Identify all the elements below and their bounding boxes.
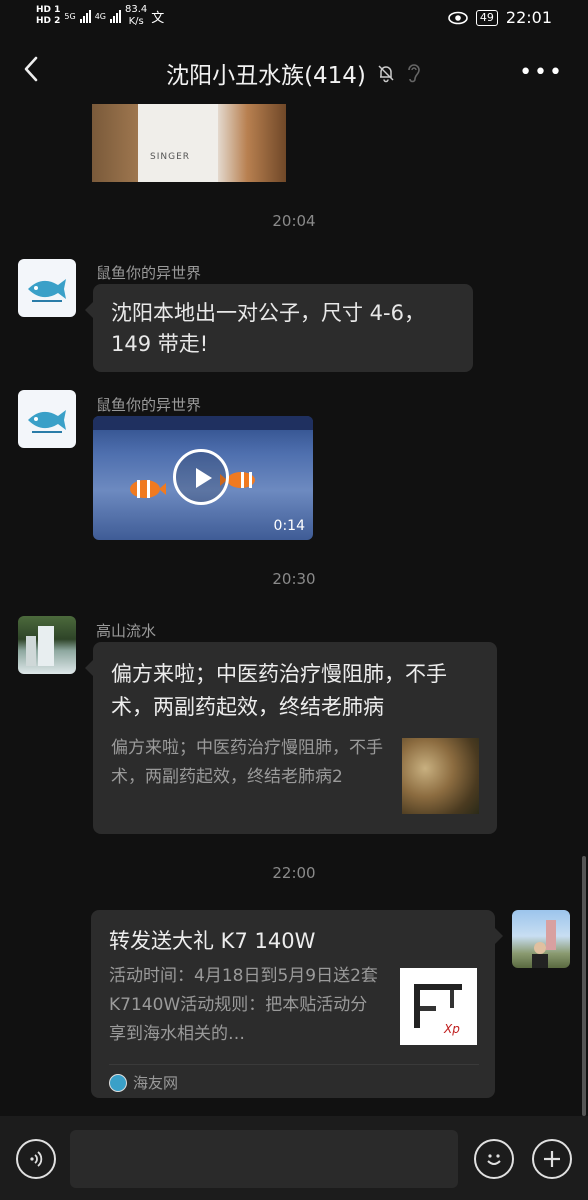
title-row: 沈阳小丑水族(414) [0, 56, 588, 90]
plus-sign-icon [544, 1151, 560, 1167]
hd1-indicator: HD 1 [36, 5, 61, 15]
sender-name: 高山流水 [96, 622, 157, 640]
play-icon [196, 468, 212, 488]
translate-icon: 文 [151, 10, 165, 26]
link-description: 偏方来啦；中医药治疗慢阻肺，不手术，两副药起效，终结老肺病2 [111, 738, 383, 787]
link-title: 偏方来啦；中医药治疗慢阻肺，不手术，两副药起效，终结老肺病 [111, 662, 447, 719]
more-dots-icon[interactable]: ••• [519, 60, 564, 85]
link-description: 活动时间：4月18日到5月9日送2套K7140W活动规则：把本贴活动分享到海水相… [109, 966, 378, 1044]
sender-name: 鼠鱼你的异世界 [96, 264, 202, 282]
status-right: 49 22:01 [448, 8, 552, 27]
network-4g: 4G [94, 11, 106, 21]
input-bar [0, 1116, 588, 1200]
avatar[interactable] [18, 259, 76, 317]
source-name: 海友网 [133, 1074, 179, 1092]
smiley-face-icon [487, 1154, 501, 1165]
message-bubble[interactable]: 沈阳本地出一对公子，尺寸 4-6，149 带走! [85, 284, 473, 372]
timestamp: 22:00 [272, 864, 316, 882]
video-thumbnail-surface [93, 416, 313, 430]
fish-logo-icon [28, 279, 66, 302]
avatar[interactable] [18, 616, 76, 674]
divider [109, 1064, 479, 1065]
link-title: 转发送大礼 K7 140W [109, 929, 316, 953]
link-thumbnail: Xp [400, 968, 477, 1045]
user-photo-icon [532, 920, 556, 968]
source-logo-icon [109, 1073, 127, 1092]
fish-logo-icon [28, 410, 66, 433]
message-text: 沈阳本地出一对公子，尺寸 4-6，149 带走! [111, 301, 425, 356]
battery-indicator: 49 [475, 9, 498, 26]
chat-title: 沈阳小丑水族(414) [166, 63, 366, 89]
link-card[interactable]: 偏方来啦；中医药治疗慢阻肺，不手术，两副药起效，终结老肺病 偏方来啦；中医药治疗… [85, 642, 497, 834]
net-speed-unit: K/s [128, 16, 144, 27]
thumbnail-brand-text: Xp [444, 1022, 460, 1036]
message-input[interactable] [70, 1130, 458, 1188]
signal-icon [79, 9, 91, 23]
net-speed-value: 83.4 [125, 4, 148, 15]
source-row: 海友网 [109, 1072, 178, 1093]
scrollbar[interactable] [582, 856, 586, 1116]
play-button[interactable] [173, 449, 229, 505]
voice-waves-icon [30, 1151, 43, 1167]
clownfish-icon [130, 480, 166, 498]
signal-icon-2 [110, 9, 121, 23]
timestamp: 20:30 [272, 570, 316, 588]
bell-off-icon [378, 65, 394, 83]
status-bar: HD 1 HD 2 5G 4G 83.4 K/s 文 49 22:01 [0, 0, 588, 38]
network-5g: 5G [64, 11, 76, 21]
lamp-icon [414, 984, 462, 1028]
voice-icon[interactable] [16, 1139, 56, 1179]
emoji-icon[interactable] [474, 1139, 514, 1179]
avatar[interactable] [18, 390, 76, 448]
chat-area[interactable]: SINGER 20:04 鼠鱼你的异世界 沈阳本地出一对公子，尺寸 4-6，14… [0, 104, 588, 1116]
ear-icon [408, 64, 420, 83]
timestamp: 20:04 [272, 212, 316, 230]
link-thumbnail [402, 738, 479, 814]
hd2-indicator: HD 2 [36, 16, 61, 26]
product-box [138, 104, 218, 182]
link-card[interactable]: 转发送大礼 K7 140W 活动时间：4月18日到5月9日送2套K7140W活动… [91, 910, 503, 1098]
video-duration: 0:14 [273, 518, 305, 534]
video-message[interactable]: 0:14 [93, 416, 313, 540]
sender-name: 鼠鱼你的异世界 [96, 396, 202, 414]
status-left: HD 1 HD 2 5G 4G 83.4 K/s 文 [36, 4, 164, 28]
avatar[interactable] [512, 910, 570, 968]
waterfall-icon [26, 626, 54, 666]
partial-image-message[interactable]: SINGER [92, 104, 286, 182]
video-brand-text: SINGER [150, 152, 191, 162]
plus-icon[interactable] [532, 1139, 572, 1179]
status-time: 22:01 [505, 8, 552, 27]
chat-header: 沈阳小丑水族(414) ••• [0, 38, 588, 104]
eye-icon [448, 11, 468, 24]
